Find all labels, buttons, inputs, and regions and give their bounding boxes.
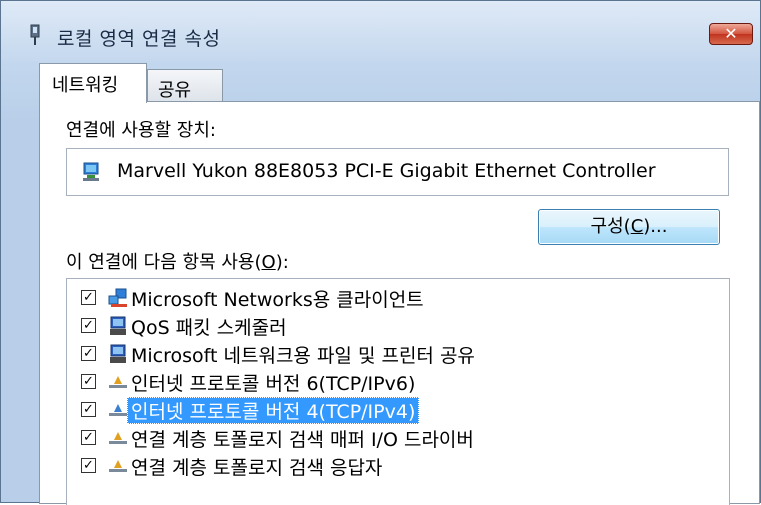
network-adapter-icon bbox=[83, 162, 99, 181]
service-icon bbox=[110, 316, 126, 335]
configure-button[interactable]: 구성(C)... bbox=[538, 209, 720, 245]
protocol-icon bbox=[109, 376, 127, 388]
list-item[interactable]: ✓ 연결 계층 토폴로지 검색 매퍼 I/O 드라이버 bbox=[67, 425, 707, 453]
configure-label-prefix: 구성( bbox=[590, 216, 631, 237]
dialog-window: 로컬 영역 연결 속성 ✕ 네트워킹 공유 연결에 사용할 장치: Marvel… bbox=[0, 0, 761, 505]
device-name: Marvell Yukon 88E8053 PCI-E Gigabit Ethe… bbox=[117, 160, 656, 182]
list-item[interactable]: ✓ Microsoft 네트워크용 파일 및 프린터 공유 bbox=[67, 341, 707, 369]
item-checkbox[interactable]: ✓ bbox=[81, 430, 96, 445]
item-checkbox[interactable]: ✓ bbox=[81, 458, 96, 473]
item-label: QoS 패킷 스케줄러 bbox=[131, 317, 287, 339]
service-icon bbox=[110, 344, 126, 363]
item-checkbox[interactable]: ✓ bbox=[81, 290, 96, 305]
protocol-icon bbox=[109, 432, 127, 444]
network-client-icon bbox=[108, 288, 127, 307]
list-item[interactable]: ✓ QoS 패킷 스케줄러 bbox=[67, 313, 707, 341]
configure-accelerator: C bbox=[630, 216, 644, 237]
list-item[interactable]: ✓ 인터넷 프로토콜 버전 6(TCP/IPv6) bbox=[67, 369, 707, 397]
items-list[interactable]: ✓ Microsoft Networks용 클라이언트 ✓ QoS 패킷 스케줄… bbox=[66, 278, 730, 505]
item-checkbox[interactable]: ✓ bbox=[81, 346, 96, 361]
items-label-prefix: 이 연결에 다음 항목 사용( bbox=[66, 252, 262, 273]
item-label: 인터넷 프로토콜 버전 4(TCP/IPv4) bbox=[127, 397, 420, 424]
network-connection-icon bbox=[30, 24, 40, 45]
list-item[interactable]: ✓ Microsoft Networks용 클라이언트 bbox=[67, 285, 707, 313]
protocol-icon bbox=[109, 404, 127, 416]
items-label-accelerator: O bbox=[261, 252, 276, 273]
tab-panel: 연결에 사용할 장치: Marvell Yukon 88E8053 PCI-E … bbox=[39, 101, 760, 505]
items-label: 이 연결에 다음 항목 사용(O): bbox=[66, 248, 289, 274]
item-label: Microsoft 네트워크용 파일 및 프린터 공유 bbox=[131, 345, 475, 367]
tab-networking[interactable]: 네트워킹 bbox=[39, 63, 147, 103]
item-checkbox[interactable]: ✓ bbox=[81, 374, 96, 389]
device-field: Marvell Yukon 88E8053 PCI-E Gigabit Ethe… bbox=[66, 148, 729, 196]
device-label: 연결에 사용할 장치: bbox=[66, 120, 216, 141]
list-item[interactable]: ✓ 연결 계층 토폴로지 검색 응답자 bbox=[67, 453, 707, 481]
configure-label-suffix: )... bbox=[643, 216, 668, 237]
window-title: 로컬 영역 연결 속성 bbox=[57, 28, 221, 50]
tab-sharing[interactable]: 공유 bbox=[147, 69, 223, 102]
items-label-suffix: ): bbox=[275, 252, 289, 273]
item-label: 연결 계층 토폴로지 검색 매퍼 I/O 드라이버 bbox=[131, 429, 474, 451]
item-label: Microsoft Networks용 클라이언트 bbox=[131, 289, 424, 311]
list-item[interactable]: ✓ 인터넷 프로토콜 버전 4(TCP/IPv4) bbox=[67, 397, 707, 425]
title-bar[interactable]: 로컬 영역 연결 속성 ✕ bbox=[1, 1, 760, 61]
item-checkbox[interactable]: ✓ bbox=[81, 402, 96, 417]
item-label: 인터넷 프로토콜 버전 6(TCP/IPv6) bbox=[131, 373, 416, 395]
close-button[interactable]: ✕ bbox=[709, 23, 753, 45]
item-label: 연결 계층 토폴로지 검색 응답자 bbox=[131, 457, 383, 479]
item-checkbox[interactable]: ✓ bbox=[81, 318, 96, 333]
protocol-icon bbox=[109, 460, 127, 472]
